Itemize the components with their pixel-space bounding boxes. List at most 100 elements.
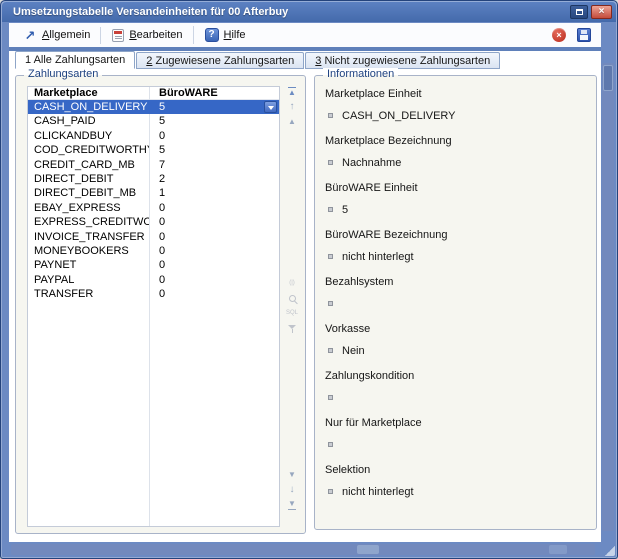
table-row[interactable]: CASH_PAID 5 — [28, 114, 279, 128]
window-title: Umsetzungstabelle Versandeinheiten für 0… — [13, 6, 288, 18]
dropdown-button[interactable] — [264, 101, 277, 113]
bullet-icon — [328, 301, 333, 306]
table-row[interactable]: PAYPAL 0 — [28, 273, 279, 287]
info-value: 5 — [342, 204, 348, 216]
table-row[interactable]: INVOICE_TRANSFER 0 — [28, 230, 279, 244]
info-entry: Marketplace Bezeichnung Nachnahme — [325, 135, 588, 169]
filter-icon[interactable] — [285, 322, 299, 334]
table-row[interactable]: CLICKANDBUY 0 — [28, 129, 279, 143]
hilfe-button[interactable]: Hilfe — [193, 26, 254, 44]
info-label: Selektion — [325, 464, 588, 476]
table-toolstrip: ▲ ↑ ▲ (|) SQL ▼ ↓ ▼ — [282, 86, 302, 511]
info-entry: Bezahlsystem — [325, 276, 588, 310]
column-width-icon[interactable]: (|) — [285, 277, 299, 289]
informationen-group: Informationen Marketplace Einheit CASH_O… — [314, 75, 597, 530]
info-entry: Nur für Marketplace — [325, 417, 588, 451]
page-down-icon[interactable]: ▼ — [285, 469, 299, 481]
cell-marketplace: CREDIT_CARD_MB — [28, 158, 149, 172]
info-label: Zahlungskondition — [325, 370, 588, 382]
bullet-icon — [328, 113, 333, 118]
tab-zugewiesene-zahlungsarten[interactable]: 2 Zugewiesene Zahlungsarten — [136, 52, 304, 69]
cell-bueroware: 0 — [149, 273, 165, 287]
info-value: nicht hinterlegt — [342, 486, 414, 498]
maximize-button[interactable] — [570, 5, 588, 19]
cell-bueroware: 2 — [149, 172, 165, 186]
vertical-scrollbar-thumb[interactable] — [603, 65, 613, 91]
allgemein-button[interactable]: Allgemein — [15, 26, 98, 44]
bullet-icon — [328, 489, 333, 494]
toolbar: Allgemein Bearbeiten Hilfe × — [9, 23, 601, 47]
search-icon[interactable] — [285, 292, 299, 304]
horizontal-scrollbar[interactable] — [11, 544, 595, 555]
cell-bueroware: 0 — [149, 258, 165, 272]
table-row[interactable]: CREDIT_CARD_MB 7 — [28, 158, 279, 172]
table-row[interactable]: TRANSFER 0 — [28, 287, 279, 301]
info-entry: Zahlungskondition — [325, 370, 588, 404]
info-entry: Vorkasse Nein — [325, 323, 588, 357]
info-entry: Selektion nicht hinterlegt — [325, 464, 588, 498]
move-down-icon[interactable]: ↓ — [285, 484, 299, 496]
cell-marketplace: MONEYBOOKERS — [28, 244, 149, 258]
cell-bueroware: 0 — [149, 201, 165, 215]
bullet-icon — [328, 160, 333, 165]
scroll-first-icon[interactable]: ▲ — [285, 86, 299, 98]
info-value: nicht hinterlegt — [342, 251, 414, 263]
vertical-scrollbar[interactable] — [602, 63, 614, 531]
bullet-icon — [328, 348, 333, 353]
table-row[interactable]: DIRECT_DEBIT 2 — [28, 172, 279, 186]
cell-bueroware: 1 — [149, 186, 165, 200]
bearbeiten-button[interactable]: Bearbeiten — [100, 27, 190, 44]
table-row[interactable]: CASH_ON_DELIVERY 5 — [28, 100, 279, 114]
cell-bueroware: 5 — [149, 114, 165, 128]
table-row[interactable]: COD_CREDITWORTHYNESS 5 — [28, 143, 279, 157]
cell-bueroware: 0 — [149, 215, 165, 229]
info-list: Marketplace Einheit CASH_ON_DELIVERY Mar… — [325, 88, 588, 521]
titlebar[interactable]: Umsetzungstabelle Versandeinheiten für 0… — [2, 1, 616, 22]
table-header: Marketplace BüroWARE — [28, 87, 279, 100]
zahlungsarten-group: Zahlungsarten Marketplace BüroWARE CASH_… — [15, 75, 306, 534]
cell-marketplace: DIRECT_DEBIT — [28, 172, 149, 186]
toolbar-right: × — [552, 28, 593, 42]
cell-marketplace: PAYNET — [28, 258, 149, 272]
window: Umsetzungstabelle Versandeinheiten für 0… — [0, 0, 618, 559]
save-button[interactable] — [577, 28, 591, 42]
tab-alle-zahlungsarten[interactable]: 1 Alle Zahlungsarten — [15, 51, 135, 69]
tab-nicht-zugewiesene-zahlungsarten[interactable]: 3 Nicht zugewiesene Zahlungsarten — [305, 52, 500, 69]
close-button[interactable]: × — [591, 5, 612, 19]
window-controls: × — [570, 5, 612, 19]
resize-grip[interactable] — [605, 546, 615, 556]
table-row[interactable]: EBAY_EXPRESS 0 — [28, 201, 279, 215]
cell-bueroware: 0 — [149, 287, 165, 301]
edit-icon — [112, 29, 124, 42]
table-row[interactable]: PAYNET 0 — [28, 258, 279, 272]
cell-bueroware: 5 — [149, 143, 165, 157]
table-body: CASH_ON_DELIVERY 5 CASH_PAID 5 CLICKANDB… — [28, 100, 279, 301]
column-header-bueroware[interactable]: BüroWARE — [149, 87, 218, 99]
cell-bueroware: 5 — [149, 100, 165, 114]
cell-marketplace: CLICKANDBUY — [28, 129, 149, 143]
sql-icon[interactable]: SQL — [285, 307, 299, 319]
bullet-icon — [328, 207, 333, 212]
info-entry: BüroWARE Bezeichnung nicht hinterlegt — [325, 229, 588, 263]
table-row[interactable]: MONEYBOOKERS 0 — [28, 244, 279, 258]
info-label: Marketplace Einheit — [325, 88, 588, 100]
info-value: CASH_ON_DELIVERY — [342, 110, 456, 122]
move-up-icon[interactable]: ↑ — [285, 101, 299, 113]
info-value: Nachnahme — [342, 157, 401, 169]
table-row[interactable]: DIRECT_DEBIT_MB 1 — [28, 186, 279, 200]
horizontal-scrollbar-thumb[interactable] — [357, 545, 379, 554]
maximize-icon — [576, 9, 583, 15]
info-label: BüroWARE Bezeichnung — [325, 229, 588, 241]
info-label: Bezahlsystem — [325, 276, 588, 288]
info-entry: Marketplace Einheit CASH_ON_DELIVERY — [325, 88, 588, 122]
cell-marketplace: EXPRESS_CREDITWORTHINESS — [28, 215, 149, 229]
zahlungsarten-table[interactable]: Marketplace BüroWARE CASH_ON_DELIVERY 5 … — [27, 86, 280, 527]
cancel-button[interactable]: × — [552, 28, 566, 42]
cell-marketplace: COD_CREDITWORTHYNESS — [28, 143, 149, 157]
page-up-icon[interactable]: ▲ — [285, 116, 299, 128]
column-header-marketplace[interactable]: Marketplace — [28, 87, 149, 99]
table-row[interactable]: EXPRESS_CREDITWORTHINESS 0 — [28, 215, 279, 229]
horizontal-scrollbar-button[interactable] — [549, 545, 567, 554]
scroll-last-icon[interactable]: ▼ — [285, 499, 299, 511]
cell-marketplace: DIRECT_DEBIT_MB — [28, 186, 149, 200]
